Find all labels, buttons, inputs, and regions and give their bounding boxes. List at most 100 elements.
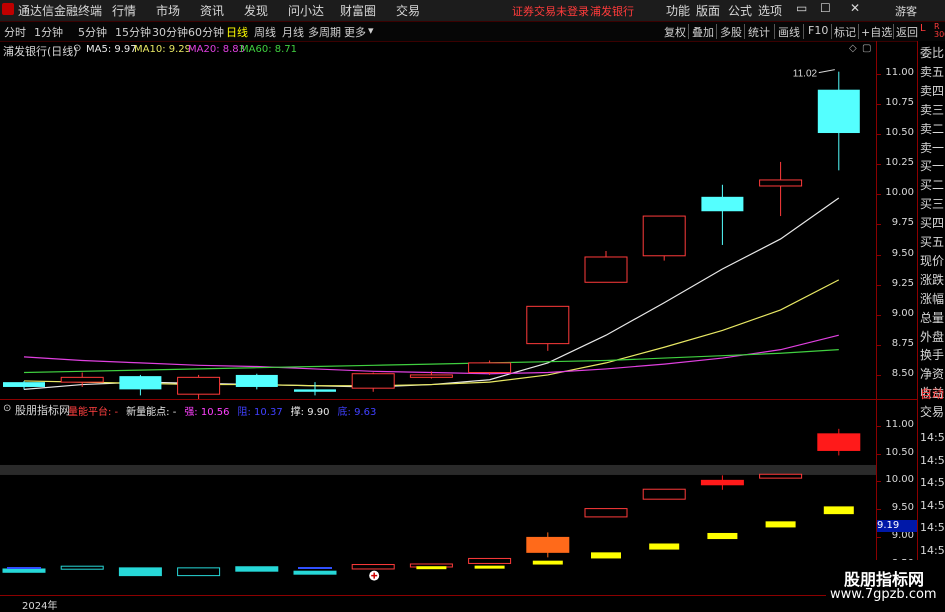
candle[interactable] [759,161,803,217]
guest-label[interactable]: 游客 [895,3,917,19]
price-axis-label: 9.75 [891,217,914,229]
candle-body [468,362,512,374]
candle[interactable] [235,373,278,390]
tool-multi-stock[interactable]: 多股 [720,24,742,40]
candle[interactable] [177,374,221,399]
price-axis-label: 10.75 [885,97,914,109]
candle[interactable] [119,374,162,396]
indicator-box[interactable] [351,564,395,570]
login-status[interactable]: 证券交易未登录 [512,3,589,19]
diamond-icon[interactable]: ◇ [849,43,857,54]
candle[interactable] [351,372,395,392]
period-30min[interactable]: 30分钟 [152,24,188,40]
price-axis-label: 9.50 [891,247,914,259]
maximize-button[interactable]: ☐ [820,1,831,15]
indicator-axis-label: 10.00 [885,474,914,486]
divider [774,24,775,39]
candle[interactable] [526,305,570,351]
panel-header-l[interactable]: L [920,23,926,34]
quote-field-label: 净资 [920,367,945,382]
candlestick-chart[interactable]: 11.02←8.19 [0,56,876,399]
minimize-button[interactable]: ▭ [796,1,807,15]
indicator-box[interactable] [60,565,104,570]
period-more-chevron-icon[interactable]: ▾ [368,24,374,37]
period-more[interactable]: 更多 [344,24,366,40]
candle[interactable] [60,372,104,387]
tool-adjust[interactable]: 复权 [664,24,686,40]
tool-statistics[interactable]: 统计 [748,24,770,40]
indicator-box[interactable] [468,557,512,564]
candle[interactable] [817,71,860,171]
tool-back[interactable]: 返回 [896,24,918,40]
price-axis-label: 11.00 [885,67,914,79]
candle-body [817,89,860,134]
period-toolbar: 分时 1分钟 5分钟 15分钟 30分钟 60分钟 日线 周线 月线 多周期 更… [0,22,945,42]
indicator-box[interactable] [293,570,337,575]
indicator-box[interactable] [118,567,162,577]
tick-time: 14:56 [920,431,945,444]
indicator-box[interactable] [642,488,686,500]
ma5-legend: MA5: 9.97 [86,44,137,55]
quote-panel: 委比 卖五 卖四 卖三 卖二 卖一 买一 买二 买三 买四 买五 现价 涨跌 涨幅 总量 外盘 换手 净资 收益 自动… [917,41,945,609]
tool-mark[interactable]: 标记 [834,24,856,40]
menu-functions[interactable]: 功能 [666,2,690,19]
candle[interactable] [468,360,512,375]
tool-overlay[interactable]: 叠加 [692,24,714,40]
menu-quotes[interactable]: 行情 [112,2,136,19]
current-value-marker: 9.19 [877,520,918,533]
indicator-box[interactable] [2,568,46,573]
tick-time: 14:56 [920,498,945,512]
indicator-axis-label: 9.50 [891,502,914,514]
tool-f10[interactable]: F10 [808,24,828,37]
menu-layout[interactable]: 版面 [696,2,720,19]
window-restore-icon[interactable]: ▢ [862,43,871,54]
menu-discover[interactable]: 发现 [244,2,268,19]
ma-settings-icon[interactable]: ⊙ [73,43,81,54]
candle-body [294,389,336,392]
close-button[interactable]: ✕ [850,1,860,15]
period-multi[interactable]: 多周期 [308,24,341,40]
panel-header-r[interactable]: R300 [934,23,945,39]
indicator-box[interactable] [759,473,803,479]
menu-news[interactable]: 资讯 [200,2,224,19]
tick-time: 14:56 [920,476,945,489]
menu-ask-xiaoda[interactable]: 问小达 [288,2,324,19]
period-5min[interactable]: 5分钟 [78,24,107,40]
period-timeshare[interactable]: 分时 [4,24,26,40]
menu-trade[interactable]: 交易 [396,2,420,19]
candle[interactable] [584,250,628,283]
tool-draw-line[interactable]: 画线 [778,24,800,40]
indicator-box[interactable] [235,566,279,572]
menu-market[interactable]: 市场 [156,2,180,19]
trade-tab[interactable]: 交易 [920,402,944,422]
candle[interactable] [294,382,336,396]
period-1min[interactable]: 1分钟 [34,24,63,40]
candle-body [526,305,570,345]
period-monthly[interactable]: 月线 [282,24,304,40]
plus-circle-icon[interactable] [369,570,380,581]
period-15min[interactable]: 15分钟 [115,24,151,40]
period-60min[interactable]: 60分钟 [188,24,224,40]
axis-tick [877,74,881,76]
yellow-bar [823,506,854,515]
indicator-box[interactable] [584,508,628,518]
yellow-bar [474,565,505,569]
menu-wealth-circle[interactable]: 财富圈 [340,2,376,19]
indicator-box[interactable] [177,567,221,577]
price-axis-label: 9.00 [891,307,914,319]
candle-body [759,179,803,187]
auto-trade-tab[interactable]: 自动 [920,384,944,404]
yellow-bar [416,566,447,570]
indicator-chart[interactable] [0,415,876,595]
period-daily[interactable]: 日线 [226,24,248,40]
candle[interactable] [701,184,744,245]
menu-options[interactable]: 选项 [758,2,782,19]
period-weekly[interactable]: 周线 [254,24,276,40]
tick-time: 14:56 [920,453,945,467]
candle[interactable] [642,215,686,261]
menu-formula[interactable]: 公式 [728,2,752,19]
indicator-settings-icon[interactable]: ⊙ [3,403,11,414]
price-axis-label: 9.25 [891,277,914,289]
tool-add-watchlist[interactable]: +自选 [861,24,892,40]
price-axis-label: 10.50 [885,127,914,139]
